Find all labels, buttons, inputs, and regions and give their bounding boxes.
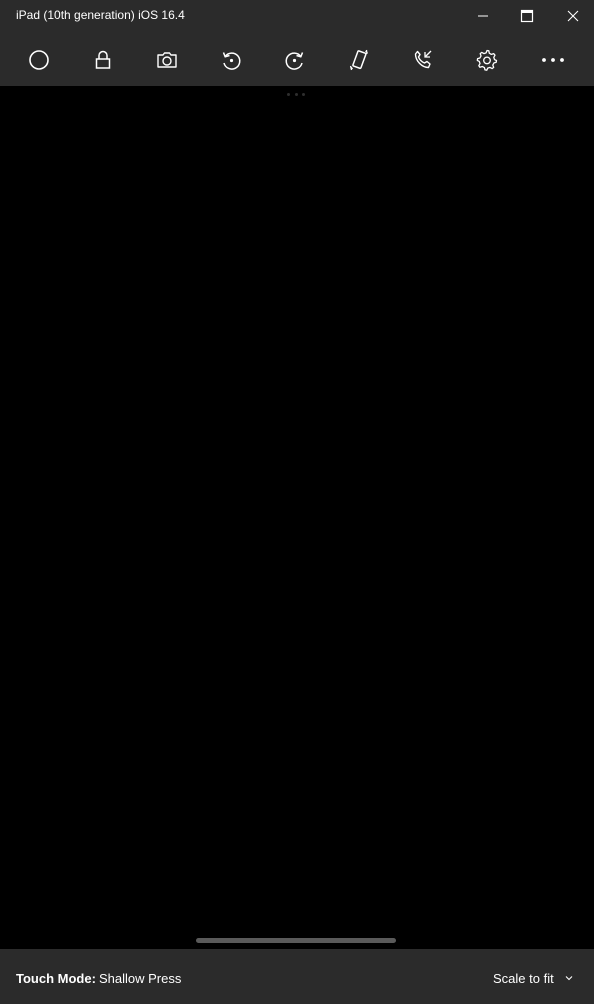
- rotate-right-button[interactable]: [275, 40, 315, 80]
- title-bar[interactable]: iPad (10th generation) iOS 16.4: [0, 0, 594, 32]
- simulator-window: iPad (10th generation) iOS 16.4 Touch Mo…: [0, 0, 594, 1004]
- settings-button[interactable]: [467, 40, 507, 80]
- home-button[interactable]: [19, 40, 59, 80]
- touch-mode-label: Touch Mode:: [16, 971, 96, 986]
- rotate-left-button[interactable]: [211, 40, 251, 80]
- minimize-icon: [478, 15, 488, 17]
- rotate-left-icon: [222, 52, 241, 70]
- gear-icon: [476, 49, 498, 71]
- minimize-button[interactable]: [460, 0, 506, 32]
- home-indicator[interactable]: [196, 938, 396, 943]
- chevron-down-icon: [565, 976, 573, 981]
- shake-button[interactable]: [339, 40, 379, 80]
- drag-handle-icon[interactable]: [287, 93, 305, 97]
- scale-dropdown-value: Scale to fit: [493, 971, 554, 986]
- close-icon: [567, 10, 579, 22]
- status-bar: Touch Mode: Shallow Press Scale to fit: [0, 949, 594, 1004]
- shake-device-icon: [349, 49, 368, 71]
- window-title: iPad (10th generation) iOS 16.4: [16, 8, 185, 22]
- device-screen[interactable]: [0, 86, 594, 949]
- lock-button[interactable]: [83, 40, 123, 80]
- maximize-icon: [520, 9, 534, 23]
- close-button[interactable]: [550, 0, 594, 32]
- more-button[interactable]: [533, 40, 573, 80]
- rotate-right-icon: [285, 52, 304, 70]
- phone-call-icon: [414, 50, 432, 69]
- maximize-button[interactable]: [504, 0, 550, 32]
- lock-icon: [95, 50, 111, 69]
- scale-dropdown[interactable]: Scale to fit: [486, 963, 586, 993]
- more-icon: [542, 58, 564, 62]
- circle-icon: [29, 50, 49, 70]
- call-button[interactable]: [403, 40, 443, 80]
- simulator-toolbar: [0, 32, 594, 86]
- camera-icon: [157, 52, 177, 68]
- touch-mode-value[interactable]: Shallow Press: [99, 971, 181, 986]
- screenshot-button[interactable]: [147, 40, 187, 80]
